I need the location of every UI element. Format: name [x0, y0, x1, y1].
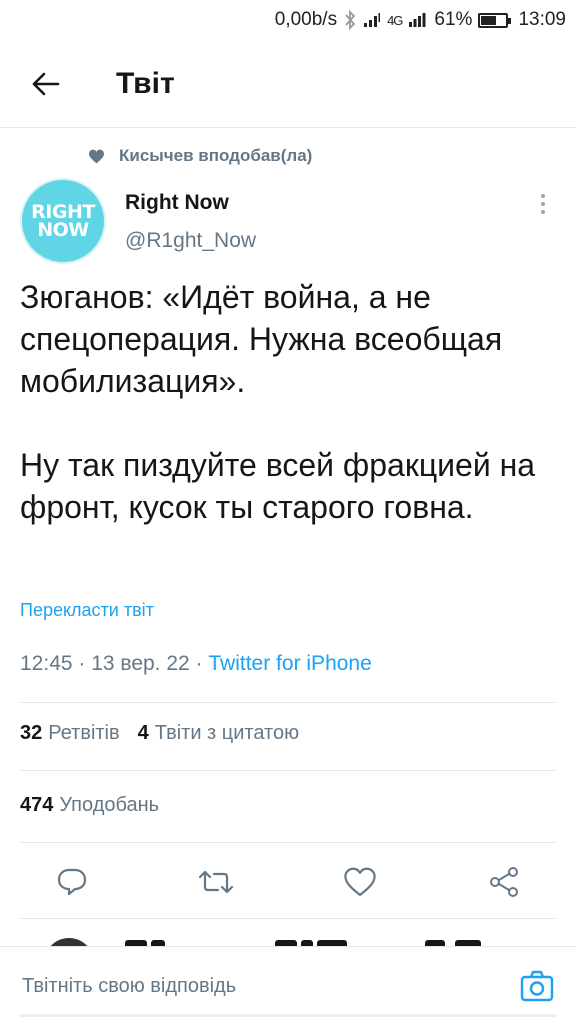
retweets-stat[interactable]: 32 Ретвітів: [20, 722, 120, 745]
quotes-stat[interactable]: 4 Твіти з цитатою: [138, 722, 299, 745]
status-bar: 0,00b/s 4G 61% 13:09: [0, 0, 576, 40]
share-icon: [490, 867, 518, 897]
avatar-line-2: NOW: [37, 219, 89, 241]
top-bar: Твіт: [0, 40, 576, 128]
author-handle[interactable]: @R1ght_Now: [125, 229, 256, 253]
more-options-button[interactable]: [533, 190, 553, 218]
reply-button[interactable]: [52, 862, 92, 902]
network-speed: 0,00b/s: [274, 9, 338, 30]
like-icon: [344, 867, 376, 897]
retweets-label: Ретвітів: [48, 722, 120, 744]
back-button[interactable]: [0, 40, 90, 128]
signal-icon: [363, 12, 381, 28]
quotes-label: Твіти з цитатою: [154, 722, 300, 744]
camera-button[interactable]: [520, 969, 554, 1003]
reply-icon: [57, 868, 87, 896]
likes-count: 474: [20, 794, 54, 816]
tweet-meta: 12:45 · 13 вер. 22 · Twitter for iPhone: [20, 652, 372, 676]
clock: 13:09: [518, 9, 566, 30]
battery-percent: 61%: [434, 9, 473, 30]
camera-icon: [520, 970, 554, 1002]
bluetooth-icon: [343, 10, 357, 30]
divider: [20, 702, 556, 703]
more-dot: [541, 210, 545, 214]
retweet-stats: 32 Ретвітів 4 Твіти з цитатою: [20, 722, 299, 745]
author-name[interactable]: Right Now: [125, 191, 229, 215]
likes-label: Уподобань: [59, 794, 160, 816]
likes-stat[interactable]: 474 Уподобань: [20, 794, 159, 817]
social-context-text: Кисычев вподобав(ла): [119, 146, 313, 165]
retweet-button[interactable]: [196, 862, 236, 902]
heart-filled-icon: [89, 149, 104, 163]
quotes-count: 4: [137, 722, 149, 744]
divider: [20, 842, 556, 843]
divider: [20, 918, 556, 919]
retweets-count: 32: [20, 722, 43, 744]
tweet-timestamp: 12:45 · 13 вер. 22 ·: [20, 652, 209, 675]
signal-4g-icon: [408, 12, 428, 28]
tweet-actions: [0, 852, 576, 910]
tweet-source-link[interactable]: Twitter for iPhone: [208, 652, 371, 675]
page-title: Твіт: [116, 66, 175, 100]
reply-composer: Твітніть свою відповідь: [0, 946, 576, 1024]
avatar[interactable]: RIGHT NOW: [20, 178, 106, 264]
tweet-text: Зюганов: «Идёт война, а не спецоперация.…: [20, 279, 536, 525]
arrow-left-icon: [32, 72, 60, 95]
signal-4g-label: 4G: [387, 12, 403, 28]
retweet-icon: [198, 870, 234, 894]
like-button[interactable]: [340, 862, 380, 902]
more-dot: [541, 194, 545, 198]
share-button[interactable]: [484, 862, 524, 902]
translate-tweet-link[interactable]: Перекласти твіт: [20, 600, 154, 621]
divider: [20, 770, 556, 771]
battery-icon: [478, 12, 512, 28]
bottom-divider: [20, 1014, 556, 1017]
more-dot: [541, 202, 545, 206]
reply-input[interactable]: Твітніть свою відповідь: [22, 969, 482, 1003]
social-context[interactable]: Кисычев вподобав(ла): [88, 146, 312, 166]
